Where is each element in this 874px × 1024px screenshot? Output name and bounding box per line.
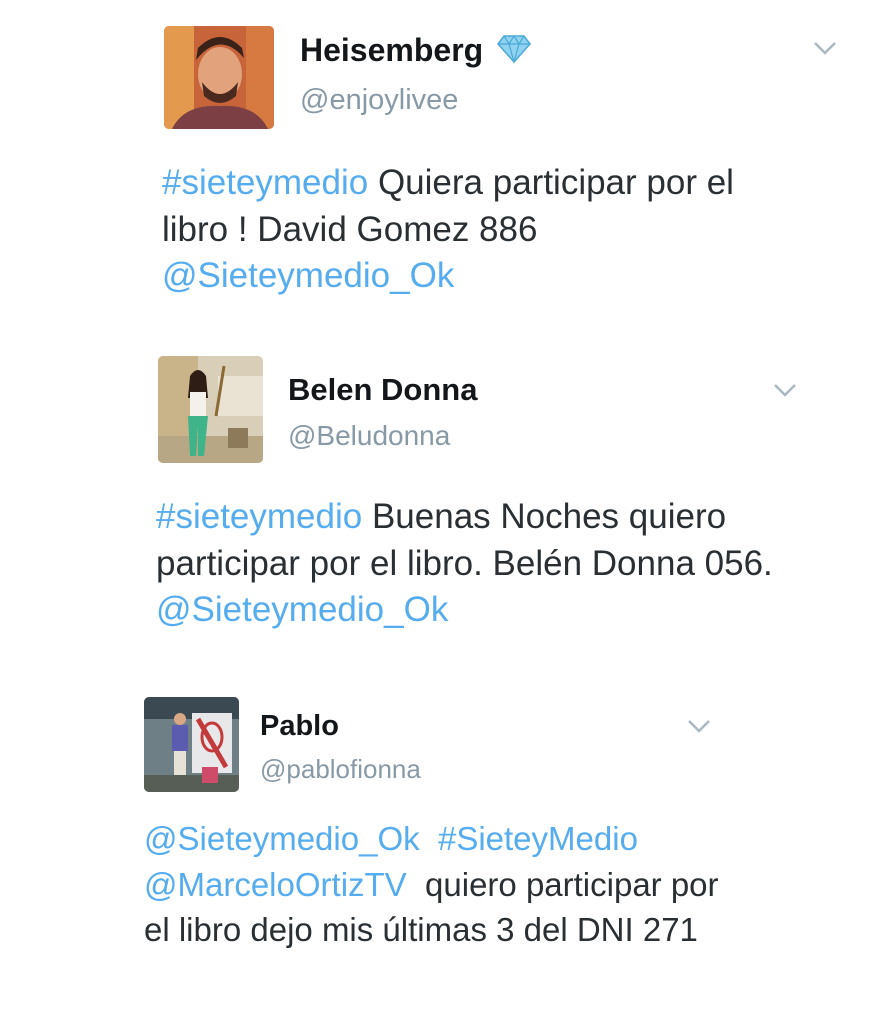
tweet-text: @Sieteymedio_Ok #SieteyMedio @MarceloOrt… <box>144 816 734 953</box>
diamond-icon <box>497 34 532 72</box>
username[interactable]: @Beludonna <box>288 420 450 452</box>
hashtag-link[interactable]: #sieteymedio <box>156 497 362 536</box>
chevron-down-icon[interactable] <box>812 40 838 56</box>
display-name[interactable]: Belen Donna <box>288 372 477 408</box>
mention-link[interactable]: @Sieteymedio_Ok <box>144 820 420 857</box>
avatar[interactable] <box>164 26 274 129</box>
tweet-card[interactable]: Belen Donna @Beludonna #sieteymedio Buen… <box>130 340 830 660</box>
mention-link[interactable]: @Sieteymedio_Ok <box>162 256 454 295</box>
avatar-photo <box>158 356 263 463</box>
chevron-down-icon[interactable] <box>772 382 798 398</box>
tweet-text: #sieteymedio Buenas Noches quiero partic… <box>156 494 796 634</box>
mention-link[interactable]: @MarceloOrtizTV <box>144 866 407 903</box>
avatar[interactable] <box>144 697 239 792</box>
text-segment <box>420 820 438 857</box>
tweet-card[interactable]: Heisemberg @enjoylivee #sieteymedio Quie… <box>140 10 860 330</box>
tweet-card[interactable]: Pablo @pablofionna @Sieteymedio_Ok #Siet… <box>122 680 746 1010</box>
chevron-down-icon[interactable] <box>686 718 712 734</box>
hashtag-link[interactable]: #sieteymedio <box>162 163 368 202</box>
display-name[interactable]: Heisemberg <box>300 32 532 72</box>
username[interactable]: @enjoylivee <box>300 84 458 117</box>
tweet-text: #sieteymedio Quiera participar por el li… <box>162 160 742 300</box>
mention-link[interactable]: @Sieteymedio_Ok <box>156 590 448 629</box>
display-name[interactable]: Pablo <box>260 710 339 743</box>
avatar-photo <box>164 26 274 129</box>
avatar[interactable] <box>158 356 263 463</box>
display-name-text: Heisemberg <box>300 32 484 68</box>
username[interactable]: @pablofionna <box>260 754 421 785</box>
hashtag-link[interactable]: #SieteyMedio <box>438 820 638 857</box>
avatar-photo <box>144 697 239 792</box>
